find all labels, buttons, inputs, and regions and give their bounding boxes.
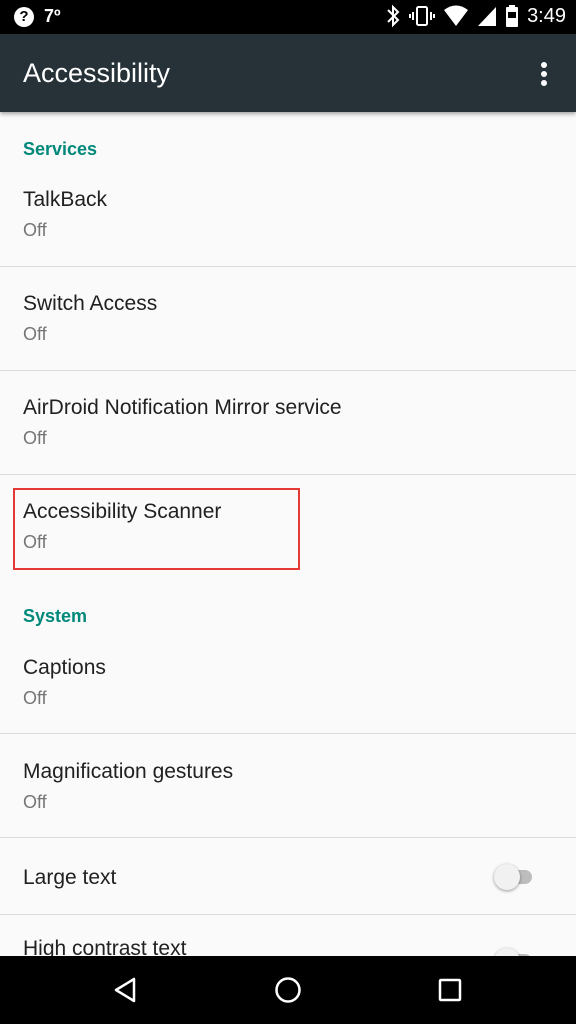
setting-title: AirDroid Notification Mirror service (23, 396, 342, 419)
clock: 3:49 (527, 4, 566, 27)
battery-icon (506, 5, 519, 27)
help-icon: ? (14, 6, 34, 27)
highlight-box (13, 488, 300, 570)
navigation-bar (0, 956, 576, 1024)
setting-summary: Off (23, 428, 47, 448)
setting-summary: Off (23, 792, 47, 812)
setting-title: Large text (23, 866, 117, 889)
more-options-icon[interactable] (534, 61, 554, 87)
setting-airdroid-notification-mirror[interactable]: AirDroid Notification Mirror service Off (0, 371, 576, 474)
back-icon[interactable] (108, 972, 144, 1008)
setting-title: Captions (23, 656, 106, 679)
setting-title: Switch Access (23, 292, 158, 315)
section-header-system: System (23, 606, 88, 626)
settings-list: Services TalkBack Off Switch Access Off … (0, 112, 576, 956)
setting-magnification-gestures[interactable]: Magnification gestures Off (0, 734, 576, 837)
app-bar: Accessibility (0, 34, 576, 112)
setting-captions[interactable]: Captions Off (0, 634, 576, 732)
status-bar: ? 7º 3:49 (0, 0, 576, 34)
high-contrast-text-toggle[interactable] (494, 945, 538, 956)
bluetooth-icon (387, 4, 400, 28)
setting-summary: Off (23, 220, 47, 240)
temperature: 7º (44, 6, 61, 26)
setting-large-text[interactable]: Large text (0, 838, 576, 914)
setting-summary: Off (23, 688, 47, 708)
vibrate-icon (409, 6, 436, 26)
toggle-thumb (494, 948, 520, 956)
signal-icon (478, 7, 497, 26)
home-icon[interactable] (270, 972, 306, 1008)
page-title: Accessibility (23, 58, 171, 88)
setting-talkback[interactable]: TalkBack Off (0, 172, 576, 265)
wifi-icon (444, 5, 469, 26)
section-header-services: Services (23, 139, 98, 159)
setting-title: High contrast text (23, 937, 187, 956)
setting-summary: Off (23, 324, 47, 344)
setting-switch-access[interactable]: Switch Access Off (0, 267, 576, 370)
recents-icon[interactable] (432, 972, 468, 1008)
setting-title: Magnification gestures (23, 760, 234, 783)
setting-high-contrast-text[interactable]: High contrast text (0, 915, 576, 956)
large-text-toggle[interactable] (494, 861, 538, 891)
toggle-thumb (494, 864, 520, 890)
setting-title: TalkBack (23, 188, 108, 211)
